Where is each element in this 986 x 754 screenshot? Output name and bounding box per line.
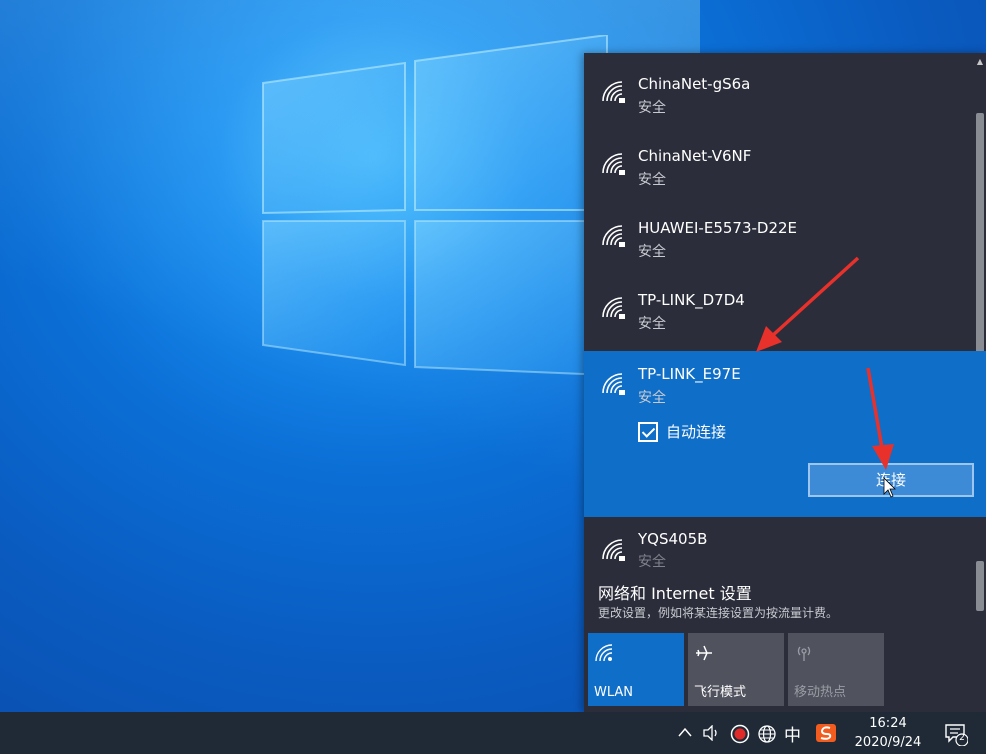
network-security: 安全 bbox=[638, 316, 666, 332]
network-item[interactable]: ChinaNet-gS6a 安全 bbox=[584, 53, 974, 125]
autoconnect-checkbox[interactable]: 自动连接 bbox=[638, 421, 726, 442]
network-settings-link[interactable]: 网络和 Internet 设置 bbox=[598, 580, 752, 604]
hotspot-icon bbox=[797, 646, 811, 661]
wifi-icon bbox=[595, 644, 613, 662]
sogou-ime-icon[interactable] bbox=[815, 723, 837, 743]
wifi-secured-icon bbox=[602, 297, 625, 319]
speaker-icon[interactable] bbox=[703, 725, 721, 741]
network-security: 安全 bbox=[638, 390, 666, 406]
network-security: 安全 bbox=[638, 554, 666, 570]
network-settings-description: 更改设置，例如将某连接设置为按流量计费。 bbox=[598, 606, 839, 620]
autoconnect-label: 自动连接 bbox=[666, 423, 727, 441]
network-item[interactable]: ChinaNet-V6NF 安全 bbox=[584, 125, 974, 197]
record-icon[interactable] bbox=[730, 724, 750, 744]
network-security: 安全 bbox=[638, 244, 666, 260]
scroll-up-icon[interactable]: ▲ bbox=[976, 57, 984, 67]
network-item-selected[interactable]: TP-LINK_E97E 安全 自动连接 连接 bbox=[584, 351, 986, 517]
scroll-thumb-lower[interactable] bbox=[976, 561, 984, 611]
network-ssid: ChinaNet-gS6a bbox=[638, 75, 751, 93]
network-item[interactable]: HUAWEI-E5573-D22E 安全 bbox=[584, 197, 974, 269]
checkbox-checked-icon[interactable] bbox=[638, 421, 658, 442]
clock-date: 2020/9/24 bbox=[854, 735, 922, 750]
network-ssid: HUAWEI-E5573-D22E bbox=[638, 219, 798, 237]
network-security: 安全 bbox=[638, 100, 666, 116]
notification-count: 2 bbox=[959, 733, 965, 743]
airplane-mode-toggle[interactable]: 飞行模式 bbox=[688, 633, 784, 706]
airplane-icon bbox=[696, 645, 712, 661]
wifi-secured-icon bbox=[602, 225, 625, 247]
wifi-secured-icon bbox=[602, 153, 625, 175]
network-ssid: TP-LINK_D7D4 bbox=[638, 291, 745, 309]
wifi-secured-icon bbox=[602, 539, 625, 561]
action-center-button[interactable]: 2 bbox=[944, 722, 969, 747]
globe-icon[interactable] bbox=[757, 724, 777, 744]
network-security: 安全 bbox=[638, 172, 666, 188]
taskbar: 中 16:24 2020/9/24 2 bbox=[0, 712, 986, 754]
connect-button[interactable]: 连接 bbox=[808, 463, 974, 497]
clock-time: 16:24 bbox=[869, 716, 907, 731]
wlan-toggle[interactable]: WLAN bbox=[588, 633, 684, 706]
network-ssid: ChinaNet-V6NF bbox=[638, 147, 752, 165]
windows-logo bbox=[262, 35, 608, 375]
mobile-hotspot-toggle[interactable]: 移动热点 bbox=[788, 633, 884, 706]
clock[interactable]: 16:24 2020/9/24 bbox=[848, 714, 928, 752]
wifi-secured-icon bbox=[602, 373, 625, 395]
network-ssid: YQS405B bbox=[638, 530, 708, 548]
wlan-label: WLAN bbox=[594, 685, 634, 700]
mobile-hotspot-label: 移动热点 bbox=[794, 685, 847, 700]
chevron-up-icon[interactable] bbox=[678, 727, 692, 737]
network-item[interactable]: TP-LINK_D7D4 安全 bbox=[584, 269, 974, 341]
network-flyout: ▲ ChinaNet-gS6a 安全 ChinaNet-V6NF 安全 HUAW… bbox=[584, 53, 986, 712]
ime-indicator[interactable]: 中 bbox=[784, 721, 801, 746]
network-ssid: TP-LINK_E97E bbox=[638, 365, 741, 383]
network-item[interactable]: YQS405B 安全 bbox=[584, 517, 974, 589]
airplane-mode-label: 飞行模式 bbox=[694, 685, 747, 700]
wifi-secured-icon bbox=[602, 81, 625, 103]
